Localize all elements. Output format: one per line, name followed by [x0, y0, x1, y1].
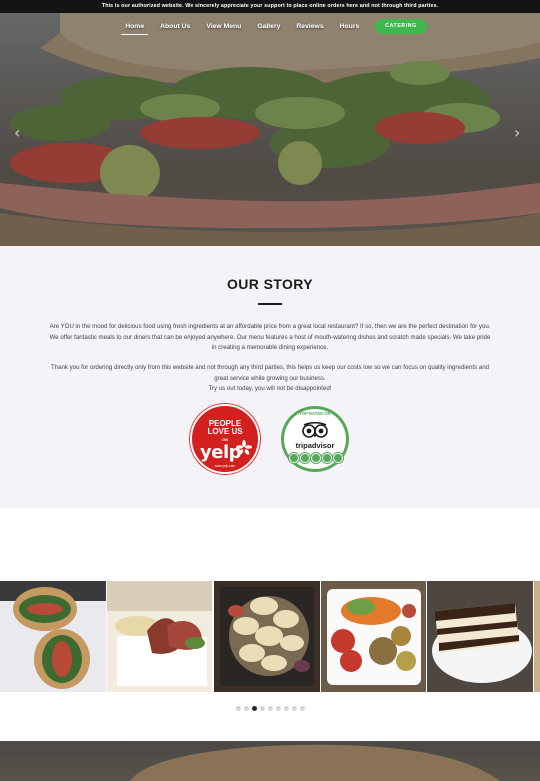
chevron-left-icon[interactable]: ‹ [14, 123, 20, 142]
chevron-right-icon[interactable]: › [514, 123, 520, 142]
main-nav: Home About Us View Menu Gallery Reviews … [0, 13, 540, 40]
title-divider [258, 303, 282, 305]
rating-dot [289, 453, 299, 463]
pager-dot[interactable] [284, 706, 289, 711]
announcement-text: This is our authorized website. We since… [101, 3, 439, 9]
nav-home[interactable]: Home [117, 18, 152, 36]
pager-dot[interactable] [260, 706, 265, 711]
story-paragraph: Are YOU in the mood for delicious food u… [49, 323, 491, 352]
hero-sandwich-image [0, 13, 540, 246]
announcement-bar: This is our authorized website. We since… [0, 0, 540, 13]
pager-dot-active[interactable] [252, 706, 257, 711]
story-paragraph-thanks: Thank you for ordering directly only fro… [48, 363, 492, 395]
gallery-image-wrap-steak[interactable] [107, 581, 212, 692]
tripadvisor-name: tripadvisor [295, 441, 335, 450]
gallery-image-wrap-sandwich[interactable] [0, 581, 106, 692]
try-us-line: Try us out today, you will not be disapp… [208, 385, 332, 393]
owl-icon [302, 422, 328, 438]
pager-dot[interactable] [300, 706, 305, 711]
footer-bread-image [0, 741, 540, 781]
thanks-line: Thank you for ordering directly only fro… [51, 364, 489, 382]
gallery-image-chicken [214, 581, 320, 692]
hero-slider: Home About Us View Menu Gallery Reviews … [0, 13, 540, 246]
gallery-image-salad [321, 581, 426, 692]
section-title: OUR STORY [226, 276, 314, 292]
gallery-image-sandwich [0, 581, 106, 692]
yelp-url: www.yelp.com [214, 464, 236, 468]
yelp-badge-line2: LOVE US [207, 427, 243, 436]
gallery-pager [236, 706, 305, 711]
pager-dot[interactable] [292, 706, 297, 711]
nav-view-menu[interactable]: View Menu [198, 18, 249, 36]
top-rated-label: TOP RATED ON [299, 411, 331, 416]
pager-dot[interactable] [276, 706, 281, 711]
rating-dot [311, 453, 321, 463]
catering-button[interactable]: CATERING [375, 19, 427, 34]
yelp-logo: yelp [200, 442, 242, 463]
nav-hours[interactable]: Hours [332, 18, 368, 36]
yelp-burst-icon [236, 440, 252, 455]
gallery-image-wrap-salad[interactable] [321, 581, 426, 692]
nav-gallery[interactable]: Gallery [249, 18, 288, 36]
gallery-carousel [0, 581, 540, 692]
nav-reviews[interactable]: Reviews [288, 18, 331, 36]
pager-dot[interactable] [244, 706, 249, 711]
our-story-section: OUR STORY Are YOU in the mood for delici… [0, 246, 540, 508]
gallery-image-wrap-next[interactable] [534, 581, 540, 692]
gallery-image-wrap-chicken[interactable] [214, 581, 320, 692]
tripadvisor-badge[interactable]: TOP RATED ON tripadvisor [281, 406, 349, 472]
rating-dot [333, 453, 343, 463]
rating-dot [300, 453, 310, 463]
rating-dot [322, 453, 332, 463]
gallery-image-wrap-tiramisu[interactable] [427, 581, 533, 692]
gallery-image-next [534, 581, 540, 692]
pager-dot[interactable] [236, 706, 241, 711]
gallery-image-tiramisu [427, 581, 533, 692]
pager-dot[interactable] [268, 706, 273, 711]
footer-banner-image [0, 741, 540, 781]
rating-dots [289, 453, 343, 463]
yelp-badge[interactable]: PEOPLE LOVE US ON yelp www.yelp.com [190, 404, 260, 474]
gallery-image-steak [107, 581, 212, 692]
nav-about-us[interactable]: About Us [152, 18, 198, 36]
